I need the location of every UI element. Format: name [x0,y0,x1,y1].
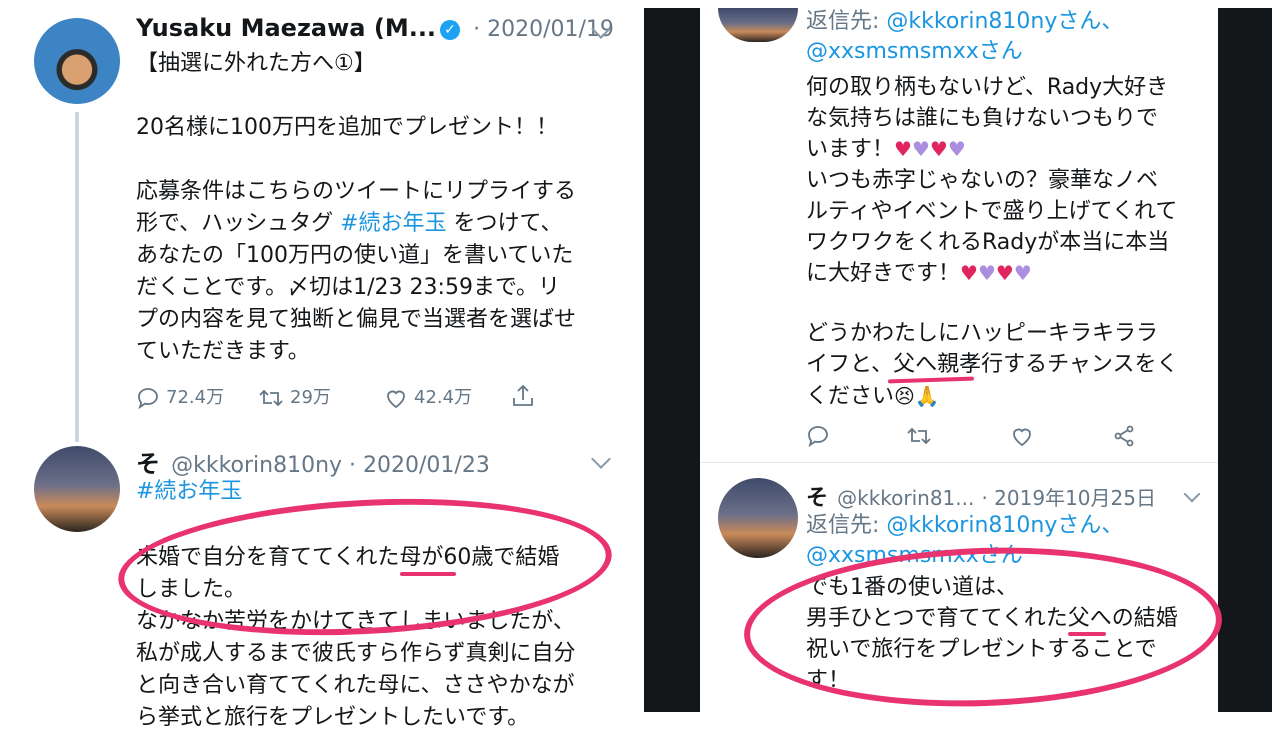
reply-icon[interactable] [806,424,830,452]
avatar-so[interactable] [34,446,120,532]
r1-line-7: に大好きです！♥♥♥♥ [806,258,1032,290]
emoji-icons: 😣🙏 [894,384,940,408]
r1-line-3-text: います！ [806,137,895,162]
r1-line-5: ルティやイベントで盛り上げてくれて [806,199,1178,224]
reply-handle-date[interactable]: @kkkorin810ny · 2020/01/23 [171,453,490,478]
r2-date[interactable]: · 2019年10月25日 [981,486,1156,510]
reply-action[interactable]: 72.4万 [136,383,224,410]
r1-line-7-text: に大好きです！ [806,261,961,286]
tweet-divider [700,462,1218,463]
retweet-action[interactable]: 29万 [258,383,331,410]
r2-author-name[interactable]: そ [806,486,828,511]
tweet-line-3: 応募条件はこちらのツイートにリプライする [136,179,577,204]
reply-count: 72.4万 [166,387,225,408]
thread-line [75,112,79,442]
heart-pink-icon: ♥ [929,137,948,161]
heart-icon[interactable] [1010,424,1034,452]
reply-line-4: 私が成人するまで彼氏すら作らず真剣に自分 [136,641,576,666]
reply-line-5: と向き合い育ててくれた母に、ささやかなが [136,673,575,698]
tweet-line-2: 20名様に100万円を追加でプレゼント！！ [136,115,558,140]
r1-line-3: います！♥♥♥♥ [806,134,966,166]
line-pre: 形で、ハッシュタグ [136,211,341,236]
r2-handle[interactable]: @kkkorin81... [837,486,974,510]
author-name[interactable]: Yusaku Maezawa (M... [136,14,436,42]
line-post: をつけて、 [446,211,563,236]
tweet-line-7: プの内容を見て独断と偏見で当選者を選ばせ [136,307,577,332]
like-action[interactable]: 42.4万 [384,383,472,410]
tweet-line-4: 形で、ハッシュタグ #続お年玉 をつけて、 [136,208,562,240]
heart-purple-icon: ♥ [1013,261,1032,285]
heart-pink-icon: ♥ [960,261,978,285]
r1-line-10: ください😣🙏 [806,380,940,413]
annotation-underline [400,572,456,576]
reply-hashtag[interactable]: #続お年玉 [136,476,242,508]
tweet-header: Yusaku Maezawa (M... ✓ · 2020/01/19 [136,14,614,42]
retweet-icon[interactable] [906,424,932,452]
r1-line-8: どうかわたしにハッピーキラキララ [806,321,1159,346]
retweet-count: 29万 [290,387,331,408]
heart-purple-icon: ♥ [911,137,930,161]
annotation-underline [1068,632,1106,636]
r2-reply-to: 返信先: @kkkorin810nyさん、 [806,510,1123,542]
reply-header: そ @kkkorin810ny · 2020/01/23 [136,444,490,479]
tweet-line-8: ていただきます。 [136,339,310,364]
avatar-so[interactable] [718,478,798,558]
heart-pink-icon: ♥ [995,261,1014,285]
reply-line-6: ら挙式と旅行をプレゼントしたいです。 [136,705,530,730]
tweet-line-5: あなたの「100万円の使い道」を書いていた [136,243,574,268]
r1-line-6: ワクワクをくれるRadyが本当に本当 [806,230,1170,255]
verified-icon: ✓ [440,20,461,40]
r2-header: そ @kkkorin81... · 2019年10月25日 [806,480,1156,512]
heart-purple-icon: ♥ [947,137,966,161]
reply-to-label: 返信先: [806,9,887,34]
heart-icon [387,390,405,409]
reply-icon [138,388,158,410]
mention-link-2[interactable]: @xxsmsmsmxxさん [806,36,1023,68]
share-icon[interactable] [1112,424,1136,452]
like-count: 42.4万 [414,387,473,408]
share-icon[interactable] [510,383,536,413]
heart-pink-icon: ♥ [894,137,912,161]
tweet-line-1: 【抽選に外れた方へ①】 [136,51,376,76]
r1-line-2: な気持ちは誰にも負けないつもりで [806,106,1159,131]
reply-author-name[interactable]: そ [136,450,160,478]
mention-link[interactable]: @kkkorin810nyさん、 [886,9,1123,34]
reply-to-label: 返信先: [806,513,887,538]
r1-line-10-text: ください [806,384,895,409]
r1-line-9: イフと、父へ親孝行するチャンスをく [806,352,1179,377]
retweet-icon [259,389,283,407]
r1-reply-to: 返信先: @kkkorin810nyさん、 [806,6,1123,38]
heart-purple-icon: ♥ [977,261,996,285]
hashtag-link[interactable]: #続お年玉 [340,211,446,236]
r1-line-1: 何の取り柄もないけど、Rady大好き [806,75,1169,100]
avatar-yusaku[interactable] [34,18,120,104]
mention-link[interactable]: @kkkorin810nyさん、 [886,513,1123,538]
tweet-line-6: だくことです。〆切は1/23 23:59まで。リ [136,275,561,300]
r1-line-4: いつも赤字じゃないの？豪華なノベ [806,168,1159,193]
